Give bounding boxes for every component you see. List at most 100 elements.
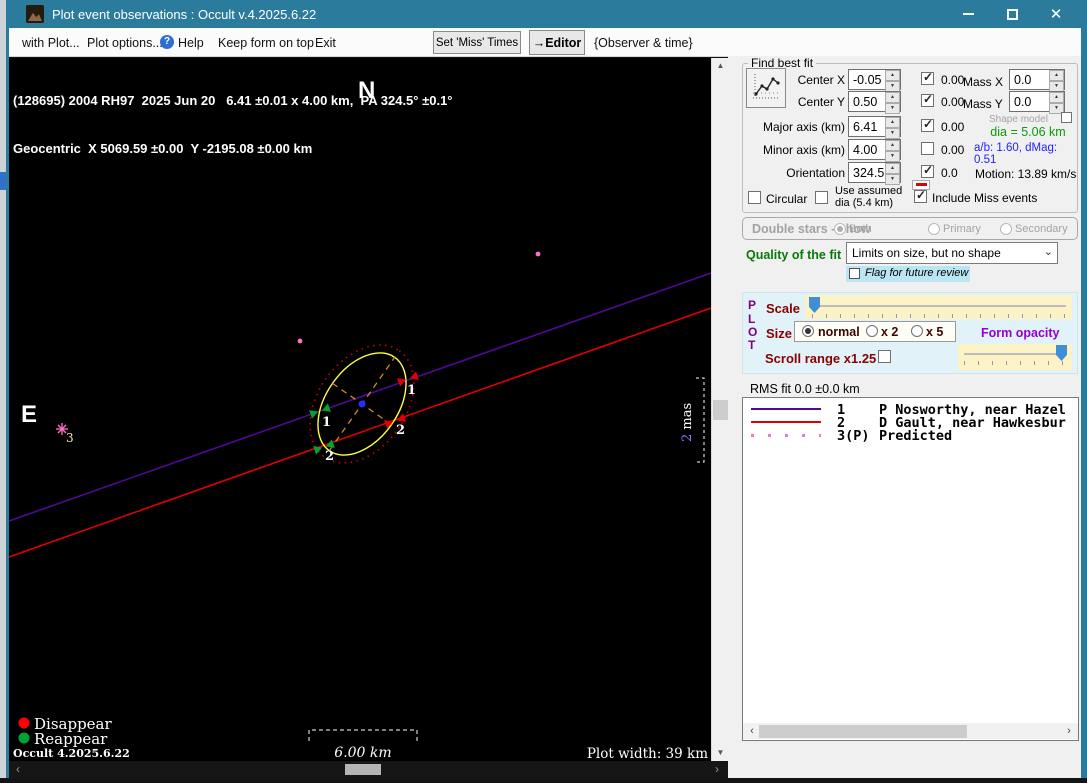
- quality-label: Quality of the fit: [746, 248, 842, 262]
- mass-x-input[interactable]: 0.0 ▲ ▼: [1009, 69, 1065, 92]
- list-item[interactable]: 1 P Nosworthy, near Hazel: [743, 402, 1078, 418]
- center-y-spinner[interactable]: ▲ ▼: [885, 92, 900, 114]
- title-bar[interactable]: Plot event observations : Occult v.4.202…: [6, 0, 1087, 28]
- predicted-dot: [297, 338, 303, 344]
- form-opacity-label: Form opacity: [981, 326, 1060, 340]
- orientation-input[interactable]: 324.5 ▲ ▼: [848, 162, 901, 185]
- chord2-d-label: 2: [396, 423, 405, 438]
- control-panel: Find best fit Center X -0.05▲▼ 0.00 Mass…: [728, 56, 1081, 778]
- menu-with-plot[interactable]: with Plot...: [22, 36, 80, 50]
- mass-y-spinner[interactable]: ▲ ▼: [1049, 92, 1064, 114]
- size-normal-radio[interactable]: [802, 325, 814, 337]
- scale-bar-label: 6.00 km: [334, 745, 391, 761]
- plot-area[interactable]: (128695) 2004 RH97 2025 Jun 20 6.41 ±0.0…: [9, 58, 711, 761]
- size-x5-radio[interactable]: [911, 325, 923, 337]
- plot-letter-p: P: [748, 298, 757, 312]
- list-scroll-right-arrow[interactable]: ›: [1062, 725, 1076, 738]
- predicted-swatch: [751, 434, 821, 437]
- opacity-slider-track[interactable]: [958, 344, 1072, 370]
- minor-axis-label: Minor axis (km): [762, 143, 845, 157]
- observer-list[interactable]: 1 P Nosworthy, near Hazel 2 D Gault, nea…: [742, 397, 1079, 741]
- major-axis-label: Major axis (km): [762, 120, 845, 134]
- scroll-right-arrow[interactable]: ›: [710, 763, 724, 776]
- horizontal-scroll-thumb[interactable]: [345, 764, 381, 775]
- list-scroll-left-arrow[interactable]: ‹: [745, 725, 759, 738]
- sky-plot-canvas[interactable]: 3 1 2 1 2 N E 2 mas 6.00 km Plot width: …: [9, 58, 711, 761]
- include-miss-label: Include Miss events: [932, 191, 1038, 205]
- diameter-value: dia = 5.06 km: [990, 125, 1066, 139]
- double-both-radio[interactable]: [834, 223, 846, 235]
- menu-help[interactable]: Help: [178, 36, 204, 50]
- mass-y-input[interactable]: 0.0 ▲ ▼: [1009, 91, 1065, 114]
- shape-model-checkbox[interactable]: [1061, 112, 1072, 123]
- plot-letter-o: O: [748, 325, 758, 339]
- size-x5-label: x 5: [926, 325, 944, 339]
- double-primary-radio[interactable]: [928, 223, 940, 235]
- scroll-left-arrow[interactable]: ‹: [11, 763, 25, 776]
- window-frame-bottom: [0, 778, 1087, 783]
- use-assumed-checkbox[interactable]: [815, 191, 828, 204]
- orientation-spinner[interactable]: ▲ ▼: [885, 163, 900, 185]
- vertical-scroll-thumb[interactable]: [713, 400, 728, 420]
- list-scroll-thumb[interactable]: [759, 725, 967, 738]
- maximize-button[interactable]: [996, 0, 1028, 28]
- observer-num: 3(P): [837, 428, 870, 444]
- mass-y-label: Mass Y: [963, 97, 1003, 111]
- center-x-input[interactable]: -0.05 ▲ ▼: [848, 69, 901, 92]
- double-secondary-label: Secondary: [1015, 223, 1068, 235]
- major-axis-input[interactable]: 6.41 ▲ ▼: [848, 116, 901, 139]
- flag-review-checkbox[interactable]: [849, 268, 860, 279]
- close-button[interactable]: ✕: [1040, 0, 1072, 28]
- list-horizontal-scrollbar[interactable]: ‹ ›: [743, 723, 1078, 739]
- size-label: Size: [766, 326, 793, 341]
- scroll-down-arrow[interactable]: ▼: [714, 746, 727, 760]
- scroll-up-arrow[interactable]: ▲: [714, 59, 727, 73]
- fit-chart-button[interactable]: [746, 68, 786, 108]
- double-secondary-radio[interactable]: [1000, 223, 1012, 235]
- minor-axis-input[interactable]: 4.00 ▲ ▼: [848, 139, 901, 162]
- menu-plot-options[interactable]: Plot options...: [87, 36, 163, 50]
- center-x-spinner[interactable]: ▲ ▼: [885, 70, 900, 92]
- minimize-button[interactable]: [952, 0, 984, 28]
- major-axis-spinner[interactable]: ▲ ▼: [885, 117, 900, 139]
- menu-keep-on-top[interactable]: Keep form on top: [218, 36, 314, 50]
- list-item[interactable]: 3(P) Predicted: [743, 428, 1078, 444]
- center-y-fit-checkbox[interactable]: [921, 94, 934, 107]
- help-icon[interactable]: ?: [160, 35, 174, 49]
- mass-x-spinner[interactable]: ▲ ▼: [1049, 70, 1064, 92]
- major-axis-fit-checkbox[interactable]: [921, 119, 934, 132]
- include-miss-checkbox[interactable]: [914, 190, 927, 203]
- scale-label: Scale: [766, 301, 800, 316]
- minor-axis-spinner[interactable]: ▲ ▼: [885, 140, 900, 162]
- quality-select[interactable]: Limits on size, but no shape ⌄: [846, 242, 1058, 264]
- scale-bar-bracket: [308, 729, 418, 741]
- plot-vertical-scrollbar[interactable]: ▲ ▼: [711, 58, 728, 761]
- center-x-fit-checkbox[interactable]: [921, 72, 934, 85]
- circular-checkbox[interactable]: [748, 191, 761, 204]
- plot-letter-l: L: [748, 312, 756, 326]
- set-miss-times-button[interactable]: Set 'Miss' Times: [433, 31, 521, 54]
- chord-2-swatch: [751, 421, 821, 423]
- mas-bracket: [696, 377, 705, 463]
- size-x2-radio[interactable]: [866, 325, 878, 337]
- minor-axis-fit-checkbox[interactable]: [921, 142, 934, 155]
- plot-width-label: Plot width: 39 km: [587, 746, 708, 761]
- predicted-dot: [535, 251, 541, 257]
- scroll-range-label: Scroll range x1.25: [765, 351, 877, 366]
- plot-letter-t: T: [748, 338, 756, 352]
- use-assumed-label-2: dia (5.4 km): [835, 197, 894, 209]
- list-item[interactable]: 2 D Gault, near Hawkesbur: [743, 415, 1078, 431]
- chart-icon: [753, 73, 780, 98]
- opacity-slider-ticks: [964, 361, 1066, 365]
- menu-exit[interactable]: Exit: [315, 36, 336, 50]
- scale-slider-ticks: [812, 314, 1065, 318]
- orientation-fit-checkbox[interactable]: [921, 165, 934, 178]
- plot-horizontal-scrollbar[interactable]: ‹ ›: [9, 761, 728, 778]
- editor-button[interactable]: →Editor: [529, 30, 585, 55]
- chevron-down-icon: ⌄: [1043, 246, 1053, 258]
- chord1-r-label: 1: [322, 415, 331, 430]
- scroll-range-checkbox[interactable]: [878, 350, 891, 363]
- center-y-input[interactable]: 0.50 ▲ ▼: [848, 91, 901, 114]
- center-y-sigma: 0.00: [941, 95, 965, 109]
- size-x2-label: x 2: [881, 325, 899, 339]
